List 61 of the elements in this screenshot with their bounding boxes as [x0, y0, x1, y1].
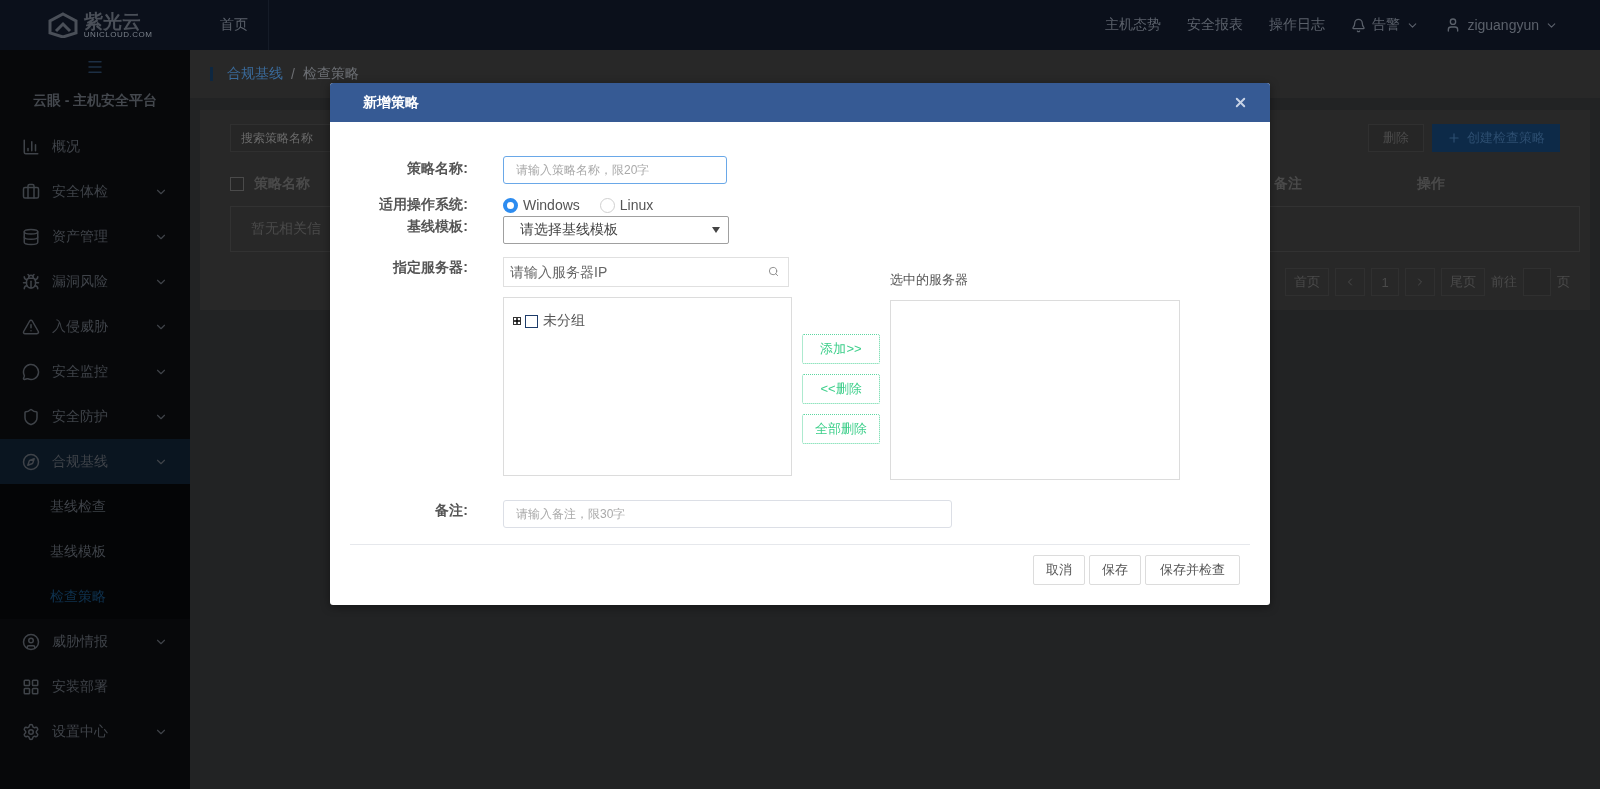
breadcrumb-link[interactable]: 合规基线: [227, 65, 283, 83]
logo-subtext: UNICLOUD.COM: [83, 30, 153, 39]
sidebar-item[interactable]: 漏洞风险: [0, 259, 190, 304]
dialog-button[interactable]: 保存: [1089, 555, 1141, 585]
input-field[interactable]: 请输入策略名称，限20字: [503, 156, 727, 184]
close-button[interactable]: [1233, 95, 1248, 110]
chat-bubble-icon: [22, 362, 40, 381]
dialog-button[interactable]: 取消: [1033, 555, 1085, 585]
expand-icon[interactable]: [513, 317, 521, 325]
grid-icon: [22, 677, 40, 696]
checkbox[interactable]: [525, 314, 538, 328]
field-label: 基线模板:: [406, 217, 468, 236]
submenu-item[interactable]: 基线模板: [0, 529, 190, 574]
field-label: 指定服务器:: [391, 258, 468, 277]
shield-icon: [22, 407, 40, 426]
user-circle-icon: [22, 632, 40, 651]
field-label: 策略名称:: [406, 159, 468, 178]
transfer-button[interactable]: 全部删除: [802, 413, 880, 444]
field-label: 备注:: [434, 501, 468, 520]
transfer-button[interactable]: 添加>>: [802, 333, 880, 364]
warning-icon: [22, 317, 40, 336]
briefcase-icon: [22, 182, 40, 201]
dialog-button[interactable]: 保存并检查: [1145, 555, 1240, 585]
breadcrumb-separator: /: [291, 66, 295, 82]
alert-menu[interactable]: 告警: [1351, 16, 1420, 34]
plus-icon: [1447, 131, 1461, 145]
sidebar-item[interactable]: 设置中心: [0, 709, 190, 754]
menu-icon[interactable]: [86, 58, 104, 76]
search-field[interactable]: 请输入服务器IP: [503, 257, 789, 287]
platform-title: 云眼 - 主机安全平台: [31, 91, 159, 110]
sidebar-item[interactable]: 威胁情报: [0, 619, 190, 664]
sidebar-item[interactable]: 安全监控: [0, 349, 190, 394]
nav-link[interactable]: 主机态势: [1105, 16, 1162, 34]
bar-chart-icon: [22, 137, 40, 156]
checkbox[interactable]: [230, 177, 244, 191]
sidebar-item[interactable]: 安全防护: [0, 394, 190, 439]
select-field[interactable]: 请选择基线模板: [503, 216, 729, 244]
bug-icon: [22, 272, 40, 291]
sidebar-item[interactable]: 概况: [0, 124, 190, 169]
settings-icon: [22, 722, 40, 741]
logo-icon: [47, 12, 78, 38]
submenu-item[interactable]: 基线检查: [0, 484, 190, 529]
list-title: 选中的服务器: [890, 271, 969, 289]
tree-label[interactable]: 未分组: [543, 312, 585, 330]
sidebar-item[interactable]: 入侵威胁: [0, 304, 190, 349]
transfer-button[interactable]: <<删除: [802, 373, 880, 404]
bell-icon: [1351, 17, 1367, 33]
sidebar-item[interactable]: 资产管理: [0, 214, 190, 259]
nav-link[interactable]: 安全报表: [1187, 16, 1244, 34]
sidebar-item[interactable]: 安装部署: [0, 664, 190, 709]
nav-link[interactable]: 操作日志: [1269, 16, 1326, 34]
submenu-item[interactable]: 检查策略: [0, 574, 190, 619]
caret-icon: [712, 227, 720, 233]
dialog-title: 新增策略: [363, 93, 419, 112]
database-icon: [22, 227, 40, 246]
search-icon[interactable]: [768, 266, 779, 277]
breadcrumb-current: 检查策略: [302, 65, 359, 83]
compass-icon: [22, 452, 40, 471]
logo-text: 紫光云: [83, 11, 142, 31]
sidebar-item[interactable]: 安全体检: [0, 169, 190, 214]
user-menu[interactable]: ziguangyun: [1445, 17, 1558, 33]
